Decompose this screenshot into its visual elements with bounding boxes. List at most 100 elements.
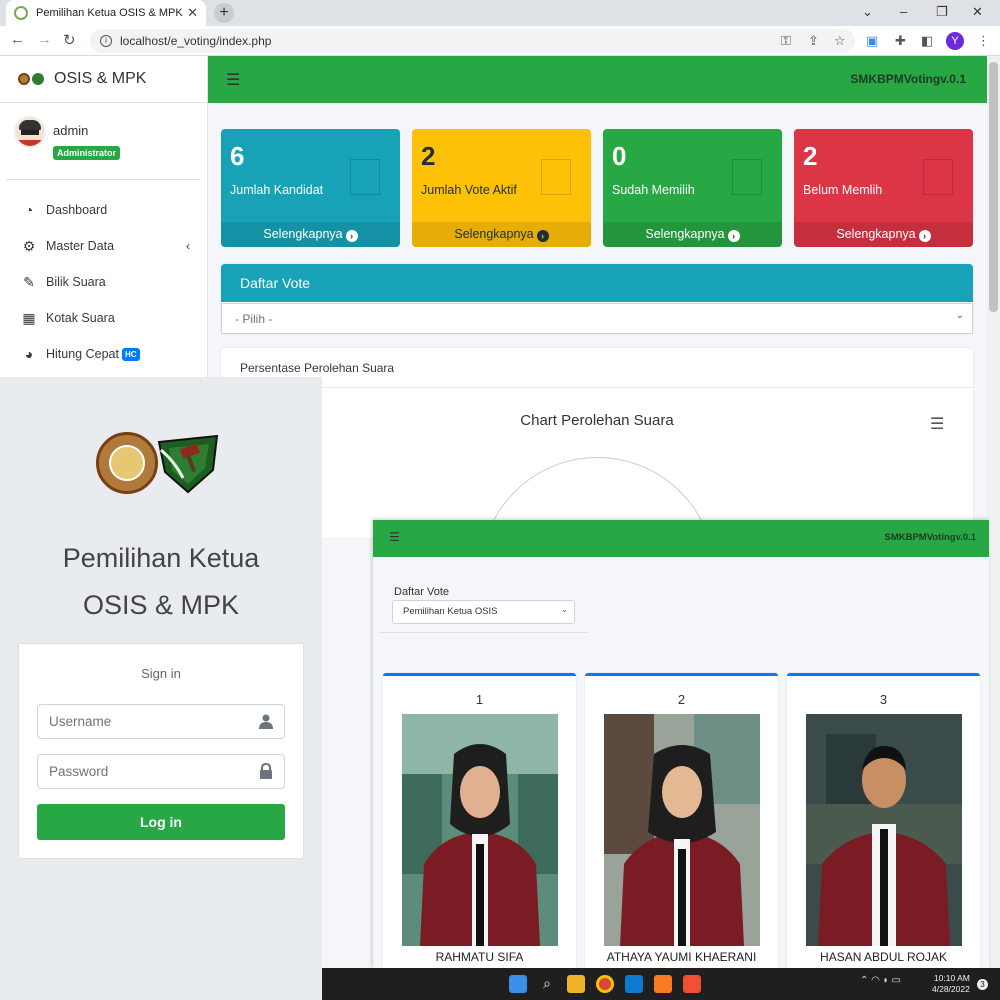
login-button[interactable]: Log in: [37, 804, 285, 840]
table-icon: ▦: [22, 309, 36, 326]
stat-more-link[interactable]: Selengkapnya ›: [794, 222, 973, 247]
stat-value: 0: [612, 141, 627, 171]
bookmark-star-icon[interactable]: ☆: [834, 33, 846, 49]
clock[interactable]: 10:10 AM 4/28/2022: [932, 973, 970, 995]
cogs-icon: ⚙: [22, 237, 36, 254]
arrow-circle-right-icon: ›: [536, 230, 549, 242]
browser-tab[interactable]: Pemilihan Ketua OSIS & MPK ✕: [6, 0, 206, 26]
chart-card-divider: [221, 387, 973, 388]
stat-box-vote-aktif: 2 Jumlah Vote Aktif Selengkapnya ›: [412, 129, 591, 247]
chart-title: Chart Perolehan Suara: [520, 412, 674, 429]
candidate-number: 1: [475, 692, 484, 707]
key-icon[interactable]: ⚿: [781, 33, 791, 49]
password-field[interactable]: [37, 754, 285, 789]
chevron-down-icon: ⌄: [955, 310, 964, 321]
stat-more-link[interactable]: Selengkapnya ›: [603, 222, 782, 247]
git-icon[interactable]: [683, 975, 701, 993]
vote-card-title: Daftar Vote: [221, 264, 973, 302]
address-bar[interactable]: i localhost/e_voting/index.php: [90, 29, 855, 53]
new-tab-button[interactable]: +: [214, 3, 234, 23]
xampp-icon[interactable]: [654, 975, 672, 993]
username-input[interactable]: [38, 705, 248, 738]
favicon-icon: [14, 6, 28, 20]
stat-label: Belum Memlih: [803, 183, 883, 197]
user-name[interactable]: admin: [53, 123, 88, 138]
vote-select[interactable]: Pemilihan Ketua OSIS ⌄: [392, 600, 575, 624]
hamburger-menu-icon[interactable]: ☰: [226, 70, 240, 90]
menu-dots-icon[interactable]: ⋮: [977, 33, 990, 49]
username-field[interactable]: [37, 704, 285, 739]
close-window-icon[interactable]: ✕: [972, 4, 983, 20]
extensions-icon[interactable]: ✚: [895, 33, 906, 49]
stat-box-sudah-memilih: 0 Sudah Memilih Selengkapnya ›: [603, 129, 782, 247]
avatar: [14, 116, 46, 148]
stat-box-icon: [923, 159, 953, 195]
stat-more-link[interactable]: Selengkapnya ›: [221, 222, 400, 247]
sidebar-item-hitung-cepat[interactable]: ◕ Hitung Cepat HC: [20, 343, 200, 365]
app-version: SMKBPMVotingv.0.1: [884, 532, 977, 543]
stat-box-icon: [732, 159, 762, 195]
chevron-down-icon: ⌄: [561, 605, 568, 614]
brand-logo-icon: [18, 73, 44, 85]
file-explorer-icon[interactable]: [567, 975, 585, 993]
sidebar-item-label: Dashboard: [46, 203, 108, 217]
sidebar-divider: [6, 179, 200, 180]
vote-select-value: Pemilihan Ketua OSIS: [403, 606, 498, 617]
edit-icon: ✎: [23, 273, 35, 290]
clock-time: 10:10 AM: [933, 973, 970, 983]
mpk-logo-icon: [157, 434, 219, 494]
pie-chart-icon: ◕: [24, 346, 34, 362]
sidebar: [0, 56, 208, 386]
profile-avatar[interactable]: Y: [946, 32, 964, 50]
sidebar-item-bilik-suara[interactable]: ✎ Bilik Suara: [20, 271, 200, 293]
candidate-number: 2: [677, 692, 686, 707]
chrome-icon[interactable]: [596, 975, 614, 993]
stat-label: Sudah Memilih: [612, 183, 695, 197]
sidebar-item-kotak-suara[interactable]: ▦ Kotak Suara: [20, 307, 200, 329]
back-icon[interactable]: ←: [10, 31, 25, 48]
app-version: SMKBPMVotingv.0.1: [850, 72, 966, 86]
candidate-photo[interactable]: [604, 714, 760, 946]
vote-select[interactable]: - Pilih - ⌄: [221, 303, 973, 334]
candidate-photo[interactable]: [806, 714, 962, 946]
tachometer-icon: ◔: [24, 202, 34, 218]
stat-box-kandidat: 6 Jumlah Kandidat Selengkapnya ›: [221, 129, 400, 247]
sidebar-brand[interactable]: OSIS & MPK: [0, 56, 208, 103]
translate-icon[interactable]: ▣: [866, 33, 878, 49]
password-input[interactable]: [38, 755, 248, 788]
sidebar-item-label: Kotak Suara: [46, 311, 115, 325]
search-icon[interactable]: ⌕: [538, 975, 556, 993]
scrollbar-thumb[interactable]: [989, 62, 998, 312]
tab-close-icon[interactable]: ✕: [187, 5, 198, 21]
restore-icon[interactable]: ❐: [936, 4, 948, 20]
chart-card-header: Persentase Perolehan Suara: [240, 361, 395, 375]
vscode-icon[interactable]: [625, 975, 643, 993]
sidebar-item-master-data[interactable]: ⚙ Master Data ‹: [20, 235, 200, 257]
arrow-circle-right-icon: ›: [727, 230, 740, 242]
clock-date: 4/28/2022: [932, 984, 970, 994]
chart-menu-icon[interactable]: ☰: [930, 414, 944, 434]
hamburger-menu-icon[interactable]: ☰: [389, 530, 400, 544]
stat-box-icon: [350, 159, 380, 195]
user-icon: [259, 714, 273, 729]
school-logo-icon: [96, 432, 158, 494]
system-tray-icons[interactable]: ⌃ ◠ ◗ ▭: [860, 975, 901, 986]
tab-search-icon[interactable]: ⌄: [862, 4, 873, 20]
stat-more-link[interactable]: Selengkapnya ›: [412, 222, 591, 247]
share-icon[interactable]: ⇪: [808, 33, 819, 49]
candidate-photo[interactable]: [402, 714, 558, 946]
side-panel-icon[interactable]: ◧: [921, 33, 933, 49]
minimize-icon[interactable]: –: [900, 4, 907, 19]
candidate-number: 3: [879, 692, 888, 707]
tab-title: Pemilihan Ketua OSIS & MPK: [36, 7, 183, 19]
site-info-icon[interactable]: i: [100, 35, 112, 47]
reload-icon[interactable]: ↻: [63, 31, 76, 49]
forward-icon[interactable]: →: [37, 31, 52, 48]
notification-badge[interactable]: 3: [977, 979, 988, 990]
stat-box-icon: [541, 159, 571, 195]
stat-box-belum-memilih: 2 Belum Memlih Selengkapnya ›: [794, 129, 973, 247]
windows-start-icon[interactable]: [509, 975, 527, 993]
sidebar-item-dashboard[interactable]: ◔ Dashboard: [20, 199, 200, 221]
sidebar-item-label: Bilik Suara: [46, 275, 106, 289]
chevron-left-icon: ‹: [186, 239, 190, 253]
